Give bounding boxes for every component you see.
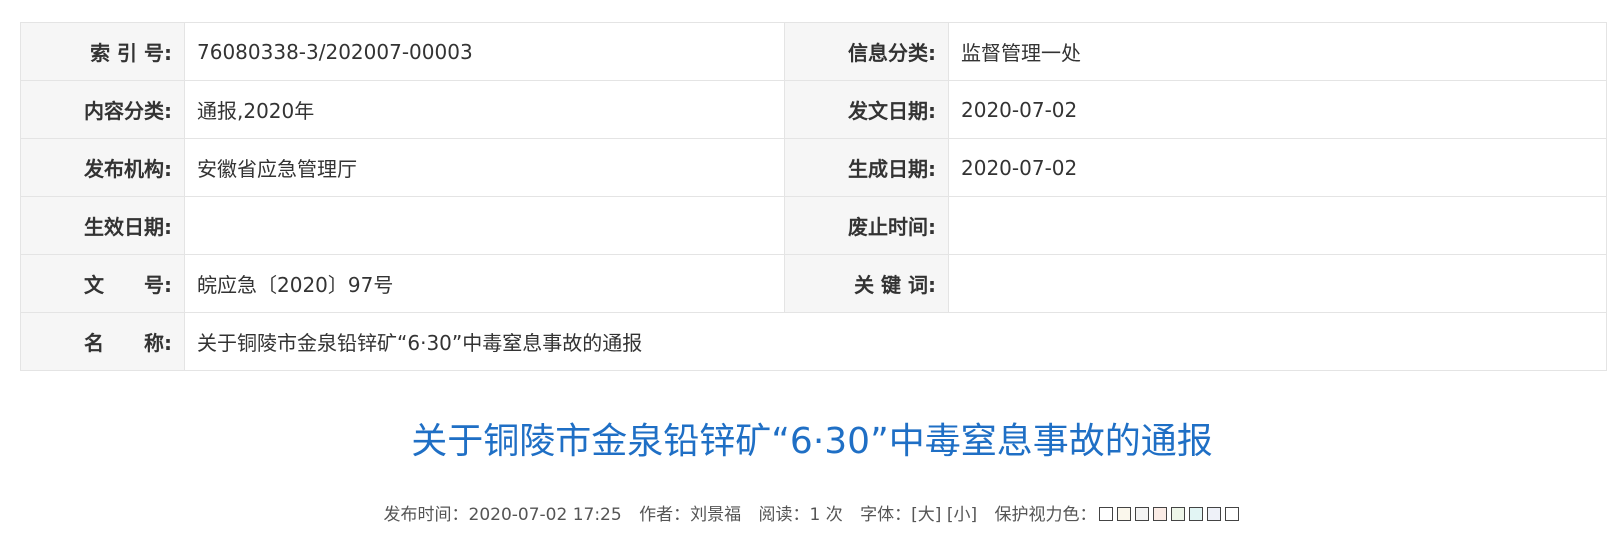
article-info-bar: 发布时间：2020-07-02 17:25 作者：刘景福 阅读：1 次 字体：[…: [0, 500, 1624, 525]
font-size-control: 字体：[大] [小]: [860, 505, 982, 525]
color-swatch-7[interactable]: [1206, 507, 1221, 521]
table-row: 文 号: 皖应急〔2020〕97号 关 键 词:: [20, 254, 1607, 313]
color-swatch-3[interactable]: [1134, 507, 1149, 521]
author: 作者：刘景福: [639, 505, 742, 525]
color-swatch-6[interactable]: [1188, 507, 1203, 521]
table-row: 索 引 号: 76080338-3/202007-00003 信息分类: 监督管…: [20, 22, 1607, 81]
issue-date-label: 发文日期:: [784, 80, 949, 139]
index-number-value: 76080338-3/202007-00003: [184, 22, 785, 81]
document-number-value: 皖应急〔2020〕97号: [184, 254, 785, 313]
keywords-value: [948, 254, 1607, 313]
info-category-value: 监督管理一处: [948, 22, 1607, 81]
font-size-label: 字体：: [860, 505, 912, 525]
table-row: 名 称: 关于铜陵市金泉铅锌矿“6·30”中毒窒息事故的通报: [20, 312, 1607, 371]
effective-date-label: 生效日期:: [20, 196, 185, 255]
publisher-label: 发布机构:: [20, 138, 185, 197]
article-title: 关于铜陵市金泉铅锌矿“6·30”中毒窒息事故的通报: [411, 421, 1213, 462]
eye-protection-color-control: 保护视力色：: [995, 505, 1241, 525]
publisher-value: 安徽省应急管理厅: [184, 138, 785, 197]
index-number-label: 索 引 号:: [20, 22, 185, 81]
abolish-time-value: [948, 196, 1607, 255]
eye-protection-label: 保护视力色：: [994, 505, 1097, 525]
table-row: 生效日期: 废止时间:: [20, 196, 1607, 255]
info-category-label: 信息分类:: [784, 22, 949, 81]
color-swatch-group: [1097, 505, 1241, 525]
generated-date-label: 生成日期:: [784, 138, 949, 197]
publish-time: 发布时间：2020-07-02 17:25: [383, 505, 622, 525]
abolish-time-label: 废止时间:: [784, 196, 949, 255]
table-row: 内容分类: 通报,2020年 发文日期: 2020-07-02: [20, 80, 1607, 139]
color-swatch-2[interactable]: [1116, 507, 1131, 521]
issue-date-value: 2020-07-02: [948, 80, 1607, 139]
content-category-label: 内容分类:: [20, 80, 185, 139]
document-name-label: 名 称:: [20, 312, 185, 371]
keywords-label: 关 键 词:: [784, 254, 949, 313]
generated-date-value: 2020-07-02: [948, 138, 1607, 197]
color-swatch-1[interactable]: [1098, 507, 1113, 521]
document-name-value: 关于铜陵市金泉铅锌矿“6·30”中毒窒息事故的通报: [184, 312, 1607, 371]
read-count: 阅读：1 次: [758, 505, 843, 525]
color-swatch-5[interactable]: [1170, 507, 1185, 521]
font-small-button[interactable]: [小]: [947, 505, 977, 525]
color-swatch-8[interactable]: [1224, 507, 1239, 521]
font-large-button[interactable]: [大]: [911, 505, 941, 525]
content-category-value: 通报,2020年: [184, 80, 785, 139]
effective-date-value: [184, 196, 785, 255]
document-number-label: 文 号:: [20, 254, 185, 313]
color-swatch-4[interactable]: [1152, 507, 1167, 521]
table-row: 发布机构: 安徽省应急管理厅 生成日期: 2020-07-02: [20, 138, 1607, 197]
document-metadata-table: 索 引 号: 76080338-3/202007-00003 信息分类: 监督管…: [20, 22, 1607, 371]
